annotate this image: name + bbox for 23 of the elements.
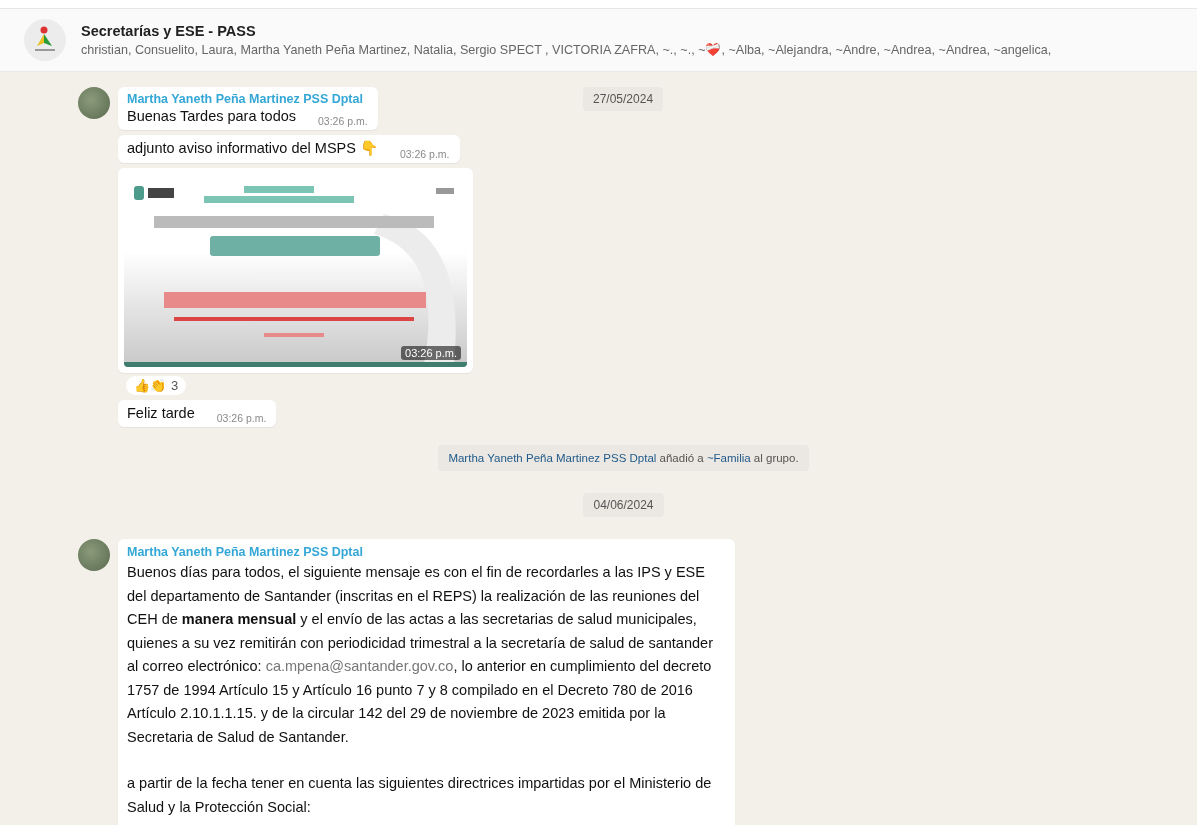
contact-link[interactable]: ~Familia xyxy=(706,452,751,464)
date-chip: 04/06/2024 xyxy=(583,493,664,517)
message-text: Buenas Tardes para todos xyxy=(127,108,296,124)
system-message: Martha Yaneth Peña Martinez PSS Dptal añadió a ~Familia al grupo. xyxy=(438,445,809,471)
message-text: Feliz tarde xyxy=(127,405,195,421)
date-chip: 27/05/2024 xyxy=(583,87,664,111)
contact-link[interactable]: Martha Yaneth Peña Martinez PSS Dptal xyxy=(448,452,657,464)
message-paragraph: a partir de la fecha tener en cuenta las siguientes directrices impartidas por el Ministerio de Salud y la Protección Social: xyxy=(127,774,713,817)
group-title: Secretarías y ESE - PASS xyxy=(81,23,257,39)
message-paragraph: Buenos días para todos, el siguiente mensaje es con el fin de recordarles a las IPS y ESE del departamento de Santander (inscritas en el REPS) la realización de las reuniones del CEH de manera mensual y el envío de las actas a las secretarias de salud municipales, quienes a su vez remitirán con periodicidad trimestral a la secretaría de salud de santander al correo electrónico: ca.mpena@santander.gov.co, lo anterior en cumplimiento del decreto 1757 de 1994 Artículo 15 y Artículo 16 punto 7 y 8 compilado en el Decreto 780 de 2016 Artículo 2.10.1.1.15. y de la circular 142 del 29 de noviembre de 2023 emitida por la Secretaria de Salud de Santander. xyxy=(127,563,714,747)
reaction-count: 3 xyxy=(171,378,179,393)
avatar[interactable] xyxy=(78,87,110,119)
message-text: adjunto aviso informativo del MSPS 👇 xyxy=(127,140,378,157)
email-link[interactable]: ca.mpena@santander.gov.co xyxy=(265,658,454,674)
message-time: 03:26 p.m. xyxy=(399,148,450,160)
reaction-emojis: 👍👏 xyxy=(134,378,166,393)
group-logo-icon[interactable] xyxy=(24,19,66,61)
reaction-pill[interactable]: 👍👏 3 xyxy=(126,376,187,395)
message-time: 03:26 p.m. xyxy=(216,412,267,424)
message-time: 03:26 p.m. xyxy=(318,115,368,127)
member-list: christian, Consuelito, Laura, Martha Yaneth Peña Martinez, Natalia, Sergio SPECT , VICTORIA ZAFRA, ~., ~., ~❤‍🩹, ~Alba, ~Alejandra, ~Andre, ~Andrea, ~Andrea, ~angelica, xyxy=(81,42,1052,57)
avatar[interactable] xyxy=(78,539,110,571)
message-time: 03:26 p.m. xyxy=(401,346,461,360)
